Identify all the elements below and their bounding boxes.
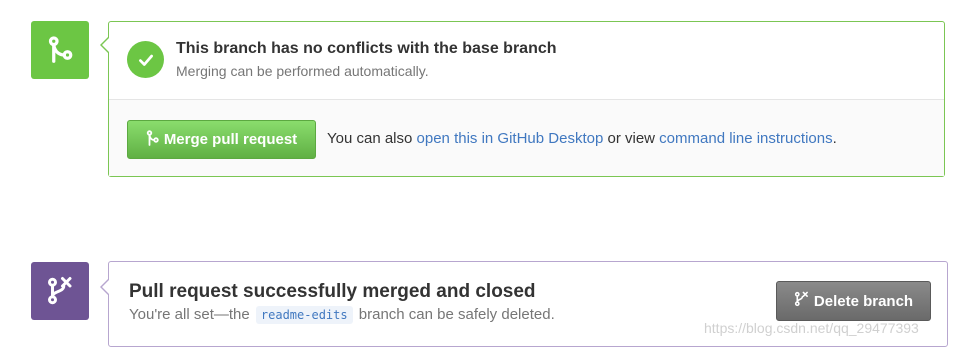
- check-icon: [127, 41, 164, 78]
- merged-subtitle-prefix: You're all set—the: [129, 306, 250, 323]
- merged-title: Pull request successfully merged and clo…: [129, 281, 536, 302]
- help-middle: or view: [603, 130, 660, 147]
- help-suffix: .: [832, 130, 837, 147]
- merged-subtitle: You're all set—the readme-edits branch c…: [129, 306, 555, 324]
- git-merge-icon: [146, 129, 159, 150]
- git-pull-request-closed-icon: [31, 262, 89, 320]
- merge-status-subtitle: Merging can be performed automatically.: [176, 63, 429, 79]
- panel-pointer-fill: [102, 279, 110, 295]
- delete-branch-button[interactable]: Delete branch: [776, 281, 931, 321]
- open-in-desktop-link[interactable]: open this in GitHub Desktop: [417, 130, 604, 147]
- merge-status-title: This branch has no conflicts with the ba…: [176, 40, 557, 57]
- delete-branch-label: Delete branch: [813, 292, 914, 310]
- merge-status-row: This branch has no conflicts with the ba…: [109, 22, 944, 100]
- branch-delete-icon: [794, 291, 809, 311]
- command-line-instructions-link[interactable]: command line instructions: [659, 130, 832, 147]
- merge-help-text: You can also open this in GitHub Desktop…: [327, 130, 837, 147]
- merge-status-panel: This branch has no conflicts with the ba…: [100, 21, 945, 177]
- merge-pull-request-button[interactable]: Merge pull request: [127, 120, 316, 159]
- help-prefix: You can also: [327, 130, 417, 147]
- watermark-text: https://blog.csdn.net/qq_29477393: [704, 320, 919, 336]
- git-merge-icon: [31, 21, 89, 79]
- merge-button-label: Merge pull request: [163, 131, 298, 148]
- branch-name-label: readme-edits: [255, 306, 353, 324]
- merge-action-row: Merge pull request You can also open thi…: [109, 100, 944, 176]
- merged-subtitle-suffix: branch can be safely deleted.: [358, 306, 555, 323]
